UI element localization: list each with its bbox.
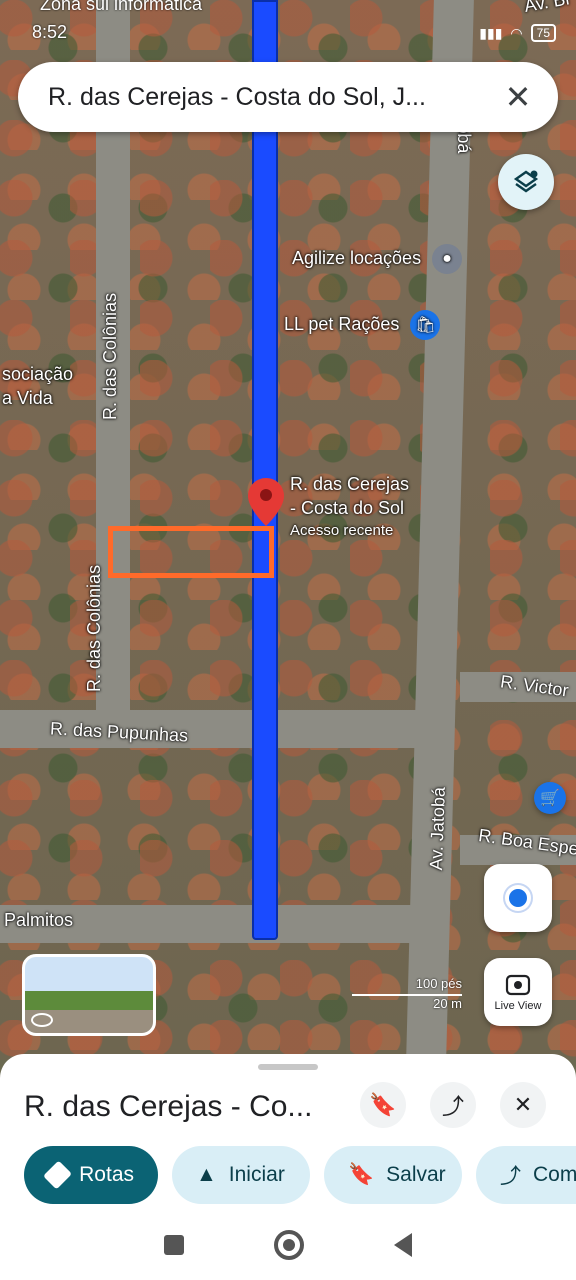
status-bar: Zona sul informática 8:52 ▮▮▮ ◠ 75 [0,0,576,48]
layers-button[interactable] [498,154,554,210]
layers-icon [513,170,539,193]
map-scale: 100 pés 20 m [352,976,462,1012]
sheet-drag-handle[interactable] [258,1064,318,1070]
label-palmitos: Palmitos [4,910,74,930]
my-location-button[interactable] [484,864,552,932]
bookmark-icon: 🔖 [348,1163,375,1186]
label-colonias-bottom: R. das Colônias [84,564,104,692]
carrier-overlay-text: Zona sul informática [40,0,203,14]
camera-pin-icon [505,974,531,996]
home-button[interactable] [274,1230,304,1260]
start-label: Iniciar [228,1163,285,1186]
status-time: 8:52 [32,22,68,42]
pin-label-line3: Acesso recente [290,522,394,539]
pin-label-line2: - Costa do Sol [290,498,405,518]
label-jatoba-bottom: Av. Jatobá [426,786,449,871]
poi-llpet-label: LL pet Rações [284,313,400,334]
location-pin-icon[interactable] [248,478,284,526]
place-marker-icon: ● [432,244,463,274]
close-icon[interactable]: ✕ [496,75,540,119]
signal-icon: ▮▮▮ [479,24,503,41]
directions-label: Rotas [79,1163,134,1186]
shopping-bag-icon: 🛍 [410,310,441,340]
bookmark-button[interactable]: 🔖 [360,1082,406,1128]
shopping-cart-icon[interactable]: 🛒 [534,782,566,814]
street-view-thumbnail[interactable] [22,954,156,1036]
system-nav-bar [0,1210,576,1280]
route-line [252,0,278,940]
status-icons: ▮▮▮ ◠ 75 [479,24,556,42]
search-input[interactable]: R. das Cerejas - Costa do Sol, J... [48,83,496,112]
poi-agilize[interactable]: Agilize locações ● [292,244,463,274]
live-view-label: Live View [494,1000,542,1012]
scale-feet: 100 pés [415,976,462,991]
directions-icon [43,1160,73,1190]
wifi-icon: ◠ [510,24,523,41]
share-chip-label: Com [533,1163,576,1186]
search-bar[interactable]: R. das Cerejas - Costa do Sol, J... ✕ [18,62,558,132]
close-sheet-button[interactable]: ✕ [500,1082,546,1128]
share-icon: ⤴ [441,1094,464,1119]
directions-button[interactable]: Rotas [24,1146,158,1204]
share-icon: ⤴ [500,1165,521,1188]
label-colonias-top: R. das Colônias [100,292,120,420]
road-jatoba [406,0,474,1060]
scale-meters: 20 m [433,996,462,1011]
start-button[interactable]: ▲ Iniciar [172,1146,310,1204]
live-view-button[interactable]: Live View [484,958,552,1026]
recents-button[interactable] [164,1235,184,1255]
my-location-icon [509,889,527,907]
back-button[interactable] [394,1233,412,1257]
navigation-arrow-icon: ▲ [196,1163,217,1186]
save-button[interactable]: 🔖 Salvar [324,1146,462,1204]
poi-agilize-label: Agilize locações [292,247,422,268]
poi-associacao-line2: a Vida [2,388,53,408]
pin-label-line1: R. das Cerejas [290,474,410,494]
close-icon: ✕ [513,1092,533,1117]
street-view-icon [31,1013,53,1027]
bookmark-icon: 🔖 [369,1092,397,1117]
save-label: Salvar [386,1163,446,1186]
share-button[interactable]: ⤴ [430,1082,476,1128]
poi-associacao-line1: sociação [2,364,74,384]
poi-llpet[interactable]: LL pet Rações 🛍 [284,310,441,340]
battery-icon: 75 [530,24,556,42]
place-title: R. das Cerejas - Co... [24,1090,313,1123]
share-chip-button[interactable]: ⤴ Com [476,1146,576,1204]
highlight-box [108,526,274,578]
